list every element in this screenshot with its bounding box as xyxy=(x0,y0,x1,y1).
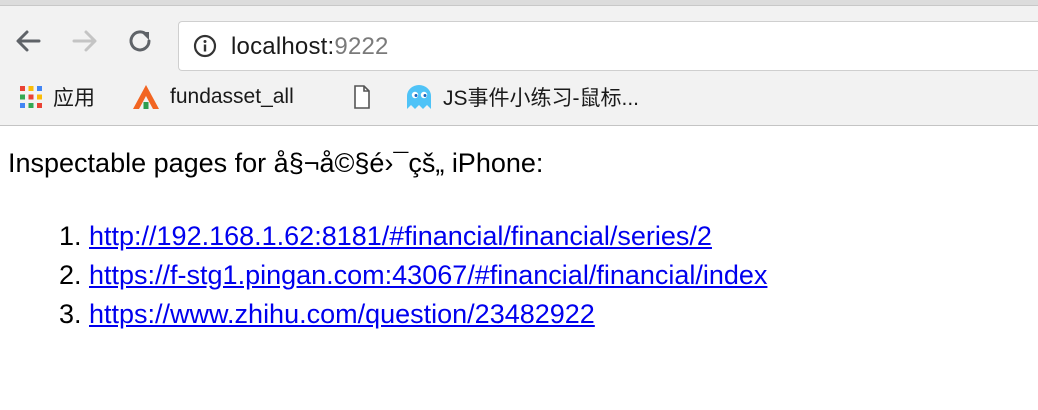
back-button[interactable] xyxy=(13,26,43,56)
info-icon[interactable] xyxy=(193,34,217,58)
browser-chrome: localhost:9222 应用 fundasset_all JS事件小练习-… xyxy=(0,0,1038,126)
ghost-icon xyxy=(404,83,434,111)
bookmark-document[interactable] xyxy=(353,82,380,112)
url-text[interactable]: localhost:9222 xyxy=(231,33,389,61)
reload-button[interactable] xyxy=(125,26,155,56)
page-link[interactable]: https://f-stg1.pingan.com:43067/#financi… xyxy=(89,260,767,290)
reload-icon xyxy=(129,30,151,52)
url-port: 9222 xyxy=(334,33,389,60)
fundasset-logo-icon xyxy=(131,83,161,111)
inspectable-pages-list: http://192.168.1.62:8181/#financial/fina… xyxy=(8,217,1038,334)
list-item: https://www.zhihu.com/question/23482922 xyxy=(89,295,1038,334)
bookmark-label: fundasset_all xyxy=(170,85,294,108)
page-link[interactable]: http://192.168.1.62:8181/#financial/fina… xyxy=(89,221,712,251)
bookmark-label: JS事件小练习-鼠标... xyxy=(443,87,640,110)
bookmark-fundasset[interactable]: fundasset_all xyxy=(131,82,294,112)
url-host: localhost: xyxy=(231,33,335,60)
bookmark-label: 应用 xyxy=(53,87,95,110)
list-item: https://f-stg1.pingan.com:43067/#financi… xyxy=(89,256,1038,295)
bookmarks-bar: 应用 fundasset_all JS事件小练习-鼠标... xyxy=(0,68,1038,126)
back-arrow-icon xyxy=(16,30,41,52)
forward-button[interactable] xyxy=(70,26,100,56)
bookmark-apps[interactable]: 应用 xyxy=(18,82,95,112)
apps-grid-icon xyxy=(18,84,44,110)
page-content: Inspectable pages for å§¬å©§é›¯çš„ iPhon… xyxy=(0,148,1038,334)
browser-toolbar: localhost:9222 xyxy=(0,6,1038,71)
page-link[interactable]: https://www.zhihu.com/question/23482922 xyxy=(89,299,595,329)
bookmark-js-events[interactable]: JS事件小练习-鼠标... xyxy=(404,82,639,112)
forward-arrow-icon xyxy=(72,30,97,52)
page-heading: Inspectable pages for å§¬å©§é›¯çš„ iPhon… xyxy=(8,148,544,178)
address-bar[interactable]: localhost:9222 xyxy=(178,21,1038,71)
document-icon xyxy=(353,85,371,109)
list-item: http://192.168.1.62:8181/#financial/fina… xyxy=(89,217,1038,256)
